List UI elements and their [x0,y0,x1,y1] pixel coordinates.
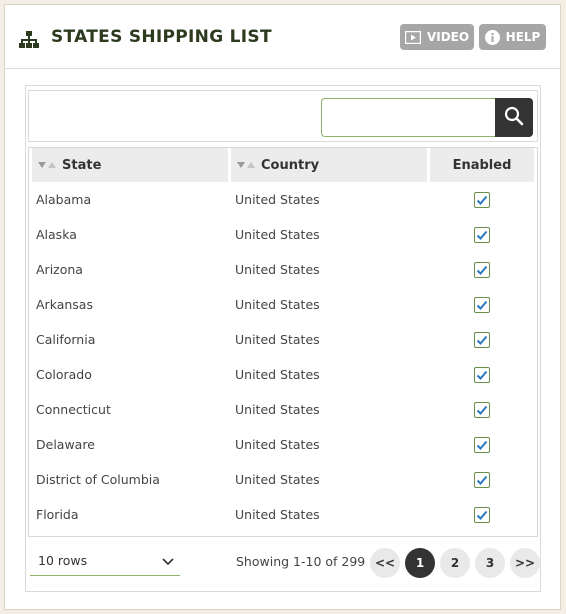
pagination-summary: Showing 1-10 of 299 [236,554,366,569]
country-cell: United States [235,402,320,417]
checkmark-icon [476,370,488,380]
country-cell: United States [235,192,320,207]
enabled-checkbox[interactable] [474,506,490,523]
checkmark-icon [476,195,488,205]
chevron-down-icon [162,554,174,569]
list-container: State Country Enabled Alabama United Sta… [25,85,541,592]
table-footer: 10 rows Showing 1-10 of 299 << 1 2 3 >> [28,546,540,586]
enabled-checkbox[interactable] [474,331,490,348]
states-shipping-panel: STATES SHIPPING LIST VIDEO HELP State Co… [4,4,561,610]
state-cell: California [36,332,96,347]
state-cell: Alabama [36,192,92,207]
state-cell: Alaska [36,227,77,242]
next-page-button[interactable]: >> [510,548,540,578]
table-row: Alaska United States [32,217,534,252]
checkmark-icon [476,230,488,240]
enabled-cell [430,357,534,392]
enabled-cell [430,322,534,357]
enabled-checkbox[interactable] [474,191,490,208]
enabled-checkbox[interactable] [474,471,490,488]
enabled-cell [430,462,534,497]
info-icon [484,29,500,45]
state-cell: Colorado [36,367,92,382]
enabled-cell [430,217,534,252]
country-cell: United States [235,367,320,382]
country-cell: United States [235,472,320,487]
checkmark-icon [476,475,488,485]
enabled-checkbox[interactable] [474,296,490,313]
table-row: Florida United States [32,497,534,532]
search-input[interactable] [321,98,495,137]
checkmark-icon [476,335,488,345]
video-button-label: VIDEO [426,30,470,44]
states-table: State Country Enabled Alabama United Sta… [28,147,538,537]
search-button[interactable] [495,98,533,137]
column-header-country[interactable]: Country [231,148,427,182]
checkmark-icon [476,265,488,275]
checkmark-icon [476,440,488,450]
table-row: Connecticut United States [32,392,534,427]
table-row: Arizona United States [32,252,534,287]
column-header-label: State [62,157,102,173]
country-cell: United States [235,437,320,452]
checkmark-icon [476,300,488,310]
sitemap-icon [18,31,40,49]
table-body: Alabama United States Alaska United States A… [32,182,534,532]
help-button[interactable]: HELP [479,24,546,50]
enabled-checkbox[interactable] [474,261,490,278]
checkmark-icon [476,510,488,520]
page-button-2[interactable]: 2 [440,548,470,578]
table-row: California United States [32,322,534,357]
enabled-checkbox[interactable] [474,366,490,383]
column-header-label: Enabled [452,157,512,173]
video-button[interactable]: VIDEO [400,24,474,50]
column-header-state[interactable]: State [32,148,228,182]
table-row: Arkansas United States [32,287,534,322]
country-cell: United States [235,297,320,312]
enabled-checkbox[interactable] [474,401,490,418]
country-cell: United States [235,227,320,242]
search-icon [504,106,524,130]
sort-icon [237,158,255,173]
state-cell: Arizona [36,262,83,277]
enabled-cell [430,392,534,427]
country-cell: United States [235,507,320,522]
enabled-cell [430,287,534,322]
enabled-cell [430,497,534,532]
state-cell: District of Columbia [36,472,160,487]
table-row: Delaware United States [32,427,534,462]
column-header-label: Country [261,157,320,173]
country-cell: United States [235,262,320,277]
state-cell: Florida [36,507,79,522]
state-cell: Delaware [36,437,95,452]
table-row: Alabama United States [32,182,534,217]
panel-header: STATES SHIPPING LIST VIDEO HELP [5,5,560,69]
search-bar [28,90,538,142]
enabled-checkbox[interactable] [474,436,490,453]
enabled-cell [430,427,534,462]
state-cell: Arkansas [36,297,93,312]
help-button-label: HELP [505,30,541,44]
table-row: Colorado United States [32,357,534,392]
page-button-1[interactable]: 1 [405,548,435,578]
prev-page-button[interactable]: << [370,548,400,578]
video-icon [404,30,421,44]
column-header-enabled: Enabled [430,148,534,182]
checkmark-icon [476,405,488,415]
table-row: District of Columbia United States [32,462,534,497]
page-button-3[interactable]: 3 [475,548,505,578]
enabled-cell [430,182,534,217]
rows-per-page-select[interactable]: 10 rows [30,546,180,576]
enabled-checkbox[interactable] [474,226,490,243]
page-title: STATES SHIPPING LIST [51,27,272,47]
sort-icon [38,158,56,173]
enabled-cell [430,252,534,287]
rows-per-page-value: 10 rows [38,553,88,568]
country-cell: United States [235,332,320,347]
state-cell: Connecticut [36,402,111,417]
